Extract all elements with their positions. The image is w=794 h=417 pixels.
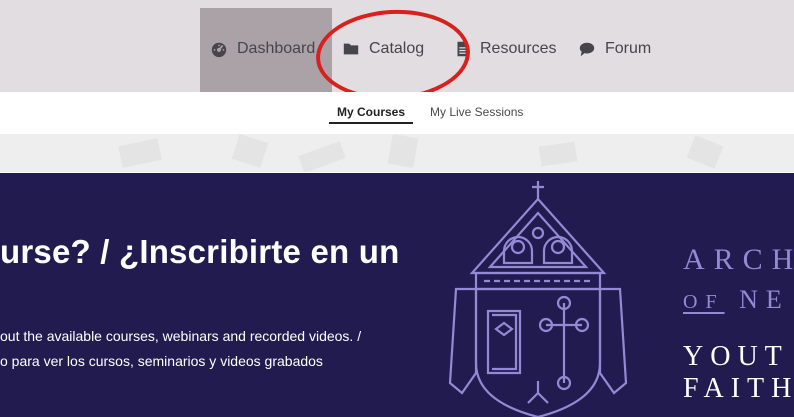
brand-subtitle-line2: FAITH (683, 373, 794, 404)
sub-tabs: My Courses My Live Sessions (0, 92, 794, 132)
top-navigation: Dashboard Catalog Resources Forum (0, 0, 794, 104)
tab-my-live-sessions[interactable]: My Live Sessions (430, 105, 523, 119)
nav-label-forum: Forum (605, 40, 652, 57)
nav-label-dashboard: Dashboard (237, 40, 316, 57)
active-tab-underline (329, 122, 413, 124)
nav-item-resources[interactable]: Resources (452, 38, 556, 60)
brand-subtitle-line1: YOUT (683, 341, 789, 372)
pattern-shape (538, 141, 578, 167)
brand-name-line1: ARCH (683, 243, 794, 276)
pattern-shape (686, 135, 724, 169)
tab-my-courses[interactable]: My Courses (337, 105, 405, 119)
decorative-pattern-strip (0, 134, 794, 172)
brand-name-line2: OF NE (683, 285, 790, 315)
archdiocese-crest-logo (448, 181, 628, 417)
speech-bubble-icon (577, 39, 597, 59)
nav-item-forum[interactable]: Forum (577, 38, 651, 60)
banner-heading: urse? / ¿Inscribirte en un (0, 233, 400, 270)
nav-label-resources: Resources (480, 40, 557, 57)
nav-item-catalog[interactable]: Catalog (341, 38, 424, 60)
brand-name-line2-rest: NE (739, 285, 790, 314)
hero-banner: urse? / ¿Inscribirte en un out the avail… (0, 173, 794, 417)
folder-icon (341, 39, 361, 59)
dashboard-gauge-icon (209, 39, 229, 59)
pattern-shape (387, 134, 419, 169)
pattern-shape (231, 134, 269, 168)
banner-description-english: out the available courses, webinars and … (0, 328, 362, 344)
pattern-shape (118, 138, 162, 168)
brand-of: OF (683, 291, 725, 313)
nav-label-catalog: Catalog (369, 40, 425, 57)
banner-description-spanish: o para ver los cursos, seminarios y vide… (0, 353, 323, 369)
pattern-shape (298, 141, 346, 172)
nav-item-dashboard[interactable]: Dashboard (209, 38, 315, 60)
document-icon (452, 39, 472, 59)
